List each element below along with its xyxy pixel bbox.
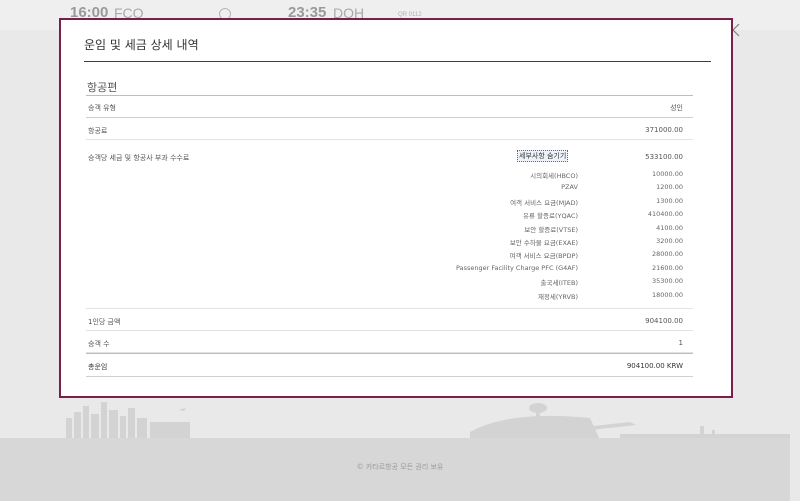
tax-item-amount: 1200.00 <box>656 183 683 192</box>
tax-item-amount: 10000.00 <box>651 170 683 178</box>
modal-title: 운임 및 세금 상세 내역 <box>84 38 199 52</box>
tax-item: 보안 수하물 요금(EXAE) 3200.00 <box>386 237 683 250</box>
tax-item-amount: 410400.00 <box>647 210 683 219</box>
tax-item-amount: 21600.00 <box>651 263 683 272</box>
per-person-value: 904100.00 <box>645 317 683 325</box>
tax-item-amount: 35300.00 <box>651 277 683 286</box>
tax-item: 유류 할증료(YQAC) 410400.00 <box>386 210 683 223</box>
copyright-text: © 카타르항공 모든 권리 보유 <box>356 463 444 471</box>
tax-item-name: PZAV <box>561 183 578 192</box>
passenger-type-row: 승객 유형 성인 <box>86 96 693 118</box>
tax-item-name: Passenger Facility Charge PFC (G4AF) <box>455 263 578 272</box>
tax-item-name: 유류 할증료(YQAC) <box>523 212 578 221</box>
fare-details-modal: 운임 및 세금 상세 내역 항공편 승객 유형 성인 항공료 371000.00… <box>59 18 733 398</box>
tax-breakdown-list: 시의회세(HBCO) 10000.00 PZAV 1200.00 여객 서비스 요금… <box>386 170 683 304</box>
title-divider <box>84 61 711 62</box>
section-title: 항공편 <box>87 81 118 94</box>
taxes-value: 533100.00 <box>645 153 683 161</box>
tax-item-name: 보안 수하물 요금(EXAE) <box>509 238 578 247</box>
skyline-illustration <box>66 402 790 440</box>
tax-item-name: 재정세(YRVB) <box>537 292 578 301</box>
fare-row: 항공료 371000.00 <box>86 118 693 140</box>
tax-item-name: 여객 서비스 요금(BPDP) <box>509 252 578 261</box>
taxes-label: 승객당 세금 및 항공사 부과 수수료 <box>88 154 190 162</box>
tax-item-amount: 1300.00 <box>656 196 683 205</box>
passenger-count-label: 승객 수 <box>88 340 110 348</box>
tax-item-name: 보안 할증료(VTSE) <box>524 225 578 234</box>
taxes-row: 승객당 세금 및 항공사 부과 수수료 세부사항 숨기기 533100.00 시… <box>86 140 693 309</box>
tax-item-amount: 18000.00 <box>651 290 683 299</box>
fare-label: 항공료 <box>88 127 108 135</box>
tax-item: 보안 할증료(VTSE) 4100.00 <box>386 224 683 237</box>
tax-item: PZAV 1200.00 <box>386 183 683 196</box>
total-fare-label: 총운임 <box>88 363 108 371</box>
tax-item: 출국세(ITEB) 35300.00 <box>386 277 683 290</box>
fare-value: 371000.00 <box>645 126 683 134</box>
flight-fare-section: 항공편 승객 유형 성인 항공료 371000.00 승객당 세금 및 항공사 … <box>86 80 693 377</box>
total-fare-row: 총운임 904100.00 KRW <box>86 353 693 377</box>
tax-item: 시의회세(HBCO) 10000.00 <box>386 170 683 183</box>
tax-item: 여객 서비스 요금(MJAD) 1300.00 <box>386 197 683 210</box>
passenger-count-row: 승객 수 1 <box>86 331 693 353</box>
tax-item-name: 출국세(ITEB) <box>540 279 578 288</box>
tax-item-amount: 3200.00 <box>656 236 683 245</box>
hide-details-link[interactable]: 세부사항 숨기기 <box>517 150 569 162</box>
tax-item-amount: 4100.00 <box>656 223 683 232</box>
per-person-label: 1인당 금액 <box>88 318 121 326</box>
passenger-type-label: 승객 유형 <box>88 104 116 112</box>
tax-item: 여객 서비스 요금(BPDP) 28000.00 <box>386 250 683 263</box>
tax-item-amount: 28000.00 <box>651 250 683 259</box>
per-person-row: 1인당 금액 904100.00 <box>86 309 693 331</box>
passenger-type-value: 성인 <box>670 104 683 112</box>
tax-item-name: 여객 서비스 요금(MJAD) <box>510 198 578 207</box>
tax-item: 재정세(YRVB) 18000.00 <box>386 291 683 304</box>
tax-item: Passenger Facility Charge PFC (G4AF) 2160… <box>386 264 683 277</box>
total-fare-value: 904100.00 KRW <box>626 362 683 370</box>
passenger-count-value: 1 <box>678 339 683 347</box>
tax-item-name: 시의회세(HBCO) <box>530 172 578 180</box>
